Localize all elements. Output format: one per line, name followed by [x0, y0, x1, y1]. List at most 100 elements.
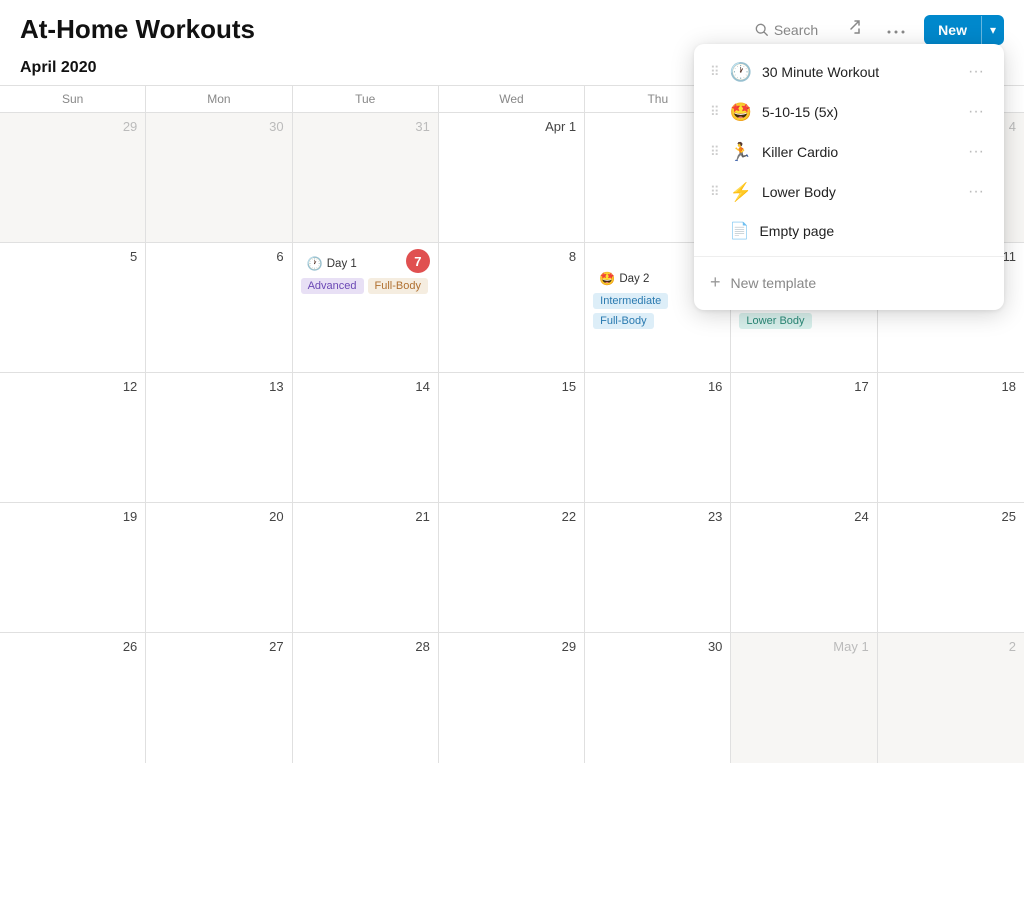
item-more-button[interactable]: ···	[964, 61, 988, 83]
cell-date: May 1	[739, 639, 868, 654]
tag-fullbody2[interactable]: Full-Body	[593, 313, 653, 329]
event-card[interactable]: 🕐 Day 1	[301, 253, 406, 275]
item-label: 5-10-15 (5x)	[762, 104, 954, 120]
cell-date: 19	[8, 509, 137, 524]
item-more-button[interactable]: ···	[964, 181, 988, 203]
event-title: Day 2	[619, 273, 649, 285]
item-icon-bolt: ⚡	[730, 182, 752, 203]
cell-date: 8	[447, 249, 576, 264]
event-title: Day 1	[327, 258, 357, 270]
more-button[interactable]	[880, 14, 912, 45]
expand-icon	[845, 19, 861, 35]
expand-button[interactable]	[838, 14, 868, 45]
cal-cell[interactable]: 15	[439, 373, 585, 503]
cal-cell[interactable]: 27	[146, 633, 292, 763]
new-template-item[interactable]: + New template	[694, 263, 1004, 302]
plus-icon: +	[710, 272, 721, 293]
item-icon-page: 📄	[730, 221, 750, 241]
more-icon	[887, 29, 905, 35]
cal-cell[interactable]: 19	[0, 503, 146, 633]
cal-cell[interactable]: 2	[878, 633, 1024, 763]
event-icon: 🕐	[307, 256, 323, 272]
item-icon-star: 🤩	[730, 102, 752, 123]
tag-fullbody[interactable]: Full-Body	[368, 278, 428, 294]
cell-date: 12	[8, 379, 137, 394]
cell-date: 29	[447, 639, 576, 654]
cal-cell[interactable]: 24	[731, 503, 877, 633]
day-header-mon: Mon	[146, 86, 292, 112]
dropdown-divider	[694, 256, 1004, 257]
today-badge: 7	[406, 249, 430, 273]
cal-cell[interactable]: 21	[293, 503, 439, 633]
cal-cell[interactable]: 29	[439, 633, 585, 763]
drag-handle-icon: ⠿	[710, 104, 720, 120]
drag-handle-icon: ⠿	[710, 64, 720, 80]
cell-date: 31	[301, 119, 430, 134]
tag-advanced[interactable]: Advanced	[301, 278, 364, 294]
search-button[interactable]: Search	[747, 17, 826, 43]
cal-cell[interactable]: 17	[731, 373, 877, 503]
cell-date: 6	[154, 249, 283, 264]
day-header-sun: Sun	[0, 86, 146, 112]
cell-date: 30	[593, 639, 722, 654]
cal-cell-today[interactable]: 7 🕐 Day 1 Advanced Full-Body	[293, 243, 439, 373]
dropdown-item-emptypage[interactable]: ⠿ 📄 Empty page	[694, 212, 1004, 250]
cell-date: 18	[886, 379, 1016, 394]
item-label: Killer Cardio	[762, 144, 954, 160]
cal-cell[interactable]: 14	[293, 373, 439, 503]
cell-date: Apr 1	[447, 119, 576, 134]
cell-date: 28	[301, 639, 430, 654]
cal-cell[interactable]: 16	[585, 373, 731, 503]
new-template-label: New template	[731, 275, 817, 291]
cell-date: 25	[886, 509, 1016, 524]
cal-cell[interactable]: 23	[585, 503, 731, 633]
cal-cell[interactable]: Apr 1	[439, 113, 585, 243]
cal-cell[interactable]: 31	[293, 113, 439, 243]
dropdown-item-51015[interactable]: ⠿ 🤩 5-10-15 (5x) ···	[694, 92, 1004, 132]
tag-row: Advanced Full-Body	[301, 278, 430, 294]
day-header-wed: Wed	[439, 86, 585, 112]
cal-cell[interactable]: 26	[0, 633, 146, 763]
item-label: 30 Minute Workout	[762, 64, 954, 80]
cell-date: 23	[593, 509, 722, 524]
cal-cell[interactable]: 30	[585, 633, 731, 763]
item-more-button[interactable]: ···	[964, 141, 988, 163]
cal-cell[interactable]: 6	[146, 243, 292, 373]
cal-cell[interactable]: 18	[878, 373, 1024, 503]
cell-date: 24	[739, 509, 868, 524]
cal-cell[interactable]: 28	[293, 633, 439, 763]
new-button[interactable]: New	[924, 15, 981, 45]
cal-cell[interactable]: 8	[439, 243, 585, 373]
cal-cell[interactable]: 25	[878, 503, 1024, 633]
item-label: Lower Body	[762, 184, 954, 200]
cal-cell[interactable]: 30	[146, 113, 292, 243]
new-dropdown-arrow[interactable]: ▾	[981, 16, 1004, 44]
cal-cell[interactable]: May 1	[731, 633, 877, 763]
dropdown-menu: ⠿ 🕐 30 Minute Workout ··· ⠿ 🤩 5-10-15 (5…	[694, 44, 1004, 310]
cal-cell[interactable]: 22	[439, 503, 585, 633]
cal-cell[interactable]: 29	[0, 113, 146, 243]
dropdown-item-lowerbody[interactable]: ⠿ ⚡ Lower Body ···	[694, 172, 1004, 212]
header-actions: Search New ▾	[747, 14, 1004, 45]
cell-date: 15	[447, 379, 576, 394]
dropdown-item-30min[interactable]: ⠿ 🕐 30 Minute Workout ···	[694, 52, 1004, 92]
dropdown-item-killercardio[interactable]: ⠿ 🏃 Killer Cardio ···	[694, 132, 1004, 172]
cell-date: 16	[593, 379, 722, 394]
cal-cell[interactable]: 12	[0, 373, 146, 503]
day-header-tue: Tue	[293, 86, 439, 112]
cell-date: 30	[154, 119, 283, 134]
cal-cell[interactable]: 20	[146, 503, 292, 633]
search-label: Search	[774, 22, 818, 38]
item-more-button[interactable]: ···	[964, 101, 988, 123]
cal-cell[interactable]: 13	[146, 373, 292, 503]
cell-date: 13	[154, 379, 283, 394]
tag-lowerbody[interactable]: Lower Body	[739, 313, 811, 329]
cal-cell[interactable]: 5	[0, 243, 146, 373]
page-title: At-Home Workouts	[20, 14, 255, 45]
drag-handle-icon: ⠿	[710, 184, 720, 200]
item-icon-clock: 🕐	[730, 62, 752, 83]
cell-date: 5	[8, 249, 137, 264]
search-icon	[755, 23, 769, 37]
cell-date: 14	[301, 379, 430, 394]
tag-intermediate[interactable]: Intermediate	[593, 293, 668, 309]
